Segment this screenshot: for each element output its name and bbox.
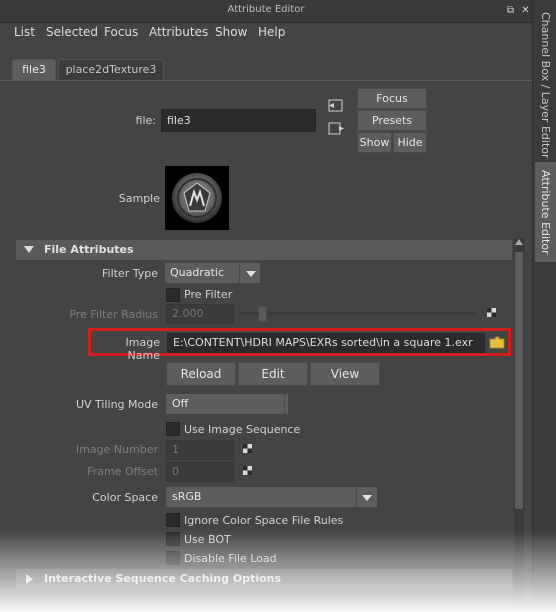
sample-swatch[interactable] bbox=[165, 166, 229, 230]
tab-file3[interactable]: file3 bbox=[12, 59, 56, 80]
maya-logo-icon bbox=[172, 173, 222, 223]
interactive-sequence-caching-header[interactable]: Interactive Sequence Caching Options bbox=[16, 569, 512, 589]
disable-file-load-label: Disable File Load bbox=[184, 552, 277, 565]
title-bar: Attribute Editor ⧉ ✕ bbox=[0, 0, 532, 23]
scrollbar[interactable] bbox=[514, 238, 524, 612]
color-space-dropdown[interactable]: sRGB bbox=[166, 487, 377, 507]
color-space-label: Color Space bbox=[92, 491, 158, 504]
file-attributes-header[interactable]: File Attributes bbox=[16, 240, 512, 260]
image-number-label: Image Number bbox=[75, 443, 158, 456]
menu-list[interactable]: List bbox=[14, 25, 35, 39]
filter-type-label: Filter Type bbox=[101, 267, 158, 280]
chevron-down-icon bbox=[246, 271, 256, 277]
focus-button[interactable]: Focus bbox=[357, 88, 427, 109]
image-name-label: Image Name bbox=[125, 336, 160, 362]
sample-label: Sample bbox=[118, 192, 160, 205]
image-number-map-icon[interactable] bbox=[243, 444, 252, 453]
image-number-field[interactable]: 1 bbox=[166, 440, 234, 460]
map-button-icon[interactable] bbox=[487, 308, 496, 317]
node-tabs: file3 place2dTexture3 bbox=[0, 56, 532, 81]
pre-filter-checkbox[interactable] bbox=[166, 288, 180, 302]
image-name-field[interactable]: E:\CONTENT\HDRI MAPS\EXRs sorted\in a sq… bbox=[167, 333, 485, 353]
frame-offset-label: Frame Offset bbox=[87, 465, 158, 478]
expand-right-icon bbox=[26, 574, 33, 584]
menu-focus[interactable]: Focus bbox=[104, 25, 138, 39]
use-image-sequence-label: Use Image Sequence bbox=[184, 423, 301, 436]
output-connection-icon[interactable] bbox=[328, 122, 345, 136]
float-window-icon[interactable]: ⧉ bbox=[505, 5, 516, 16]
pre-filter-radius-label: Pre Filter Radius bbox=[69, 308, 158, 321]
menu-show[interactable]: Show bbox=[215, 25, 247, 39]
ignore-color-space-rules-checkbox[interactable] bbox=[166, 513, 180, 527]
filter-type-dropdown[interactable]: Quadratic bbox=[165, 263, 260, 283]
attribute-editor-panel: Attribute Editor ⧉ ✕ List Selected Focus… bbox=[0, 0, 532, 612]
ignore-color-space-rules-label: Ignore Color Space File Rules bbox=[184, 514, 344, 527]
hide-button[interactable]: Hide bbox=[393, 132, 427, 153]
menu-attributes[interactable]: Attributes bbox=[149, 25, 208, 39]
scroll-up-arrow-icon[interactable] bbox=[515, 239, 523, 245]
side-tab-strip: Channel Box / Layer Editor Attribute Edi… bbox=[532, 0, 556, 612]
reload-button[interactable]: Reload bbox=[166, 362, 236, 386]
window-title: Attribute Editor bbox=[227, 4, 305, 15]
use-bot-label: Use BOT bbox=[184, 533, 231, 546]
slider-handle[interactable] bbox=[258, 306, 267, 322]
section-title: File Attributes bbox=[44, 243, 134, 256]
chevron-down-icon bbox=[362, 495, 372, 501]
use-image-sequence-checkbox[interactable] bbox=[166, 422, 180, 436]
menu-bar: List Selected Focus Attributes Show Help bbox=[0, 22, 532, 44]
menu-selected[interactable]: Selected bbox=[46, 25, 98, 39]
pre-filter-label: Pre Filter bbox=[184, 288, 233, 301]
disable-file-load-checkbox[interactable] bbox=[166, 551, 180, 565]
pre-filter-radius-slider[interactable] bbox=[240, 306, 476, 322]
expand-down-icon bbox=[24, 246, 34, 253]
close-icon[interactable]: ✕ bbox=[520, 5, 531, 16]
pre-filter-radius-field[interactable]: 2.000 bbox=[166, 304, 234, 324]
filter-type-value: Quadratic bbox=[170, 266, 225, 279]
attribute-editor-window: Attribute Editor ⧉ ✕ List Selected Focus… bbox=[0, 0, 556, 612]
frame-offset-map-icon[interactable] bbox=[243, 466, 252, 475]
node-name-field[interactable]: file3 bbox=[161, 109, 316, 132]
tab-channel-box[interactable]: Channel Box / Layer Editor bbox=[535, 10, 556, 160]
use-bot-checkbox[interactable] bbox=[166, 532, 180, 546]
presets-button[interactable]: Presets bbox=[357, 110, 427, 131]
uv-tiling-mode-dropdown[interactable]: Off bbox=[166, 394, 288, 414]
frame-offset-field[interactable]: 0 bbox=[166, 462, 234, 482]
section-title: Interactive Sequence Caching Options bbox=[44, 572, 282, 585]
view-button[interactable]: View bbox=[310, 362, 380, 386]
scrollbar-thumb[interactable] bbox=[515, 252, 523, 509]
tab-place2dtexture3[interactable]: place2dTexture3 bbox=[58, 59, 164, 80]
show-button[interactable]: Show bbox=[357, 132, 392, 153]
folder-icon[interactable] bbox=[489, 336, 505, 349]
input-connection-icon[interactable] bbox=[328, 99, 345, 113]
tab-attribute-editor[interactable]: Attribute Editor bbox=[535, 162, 556, 262]
edit-button[interactable]: Edit bbox=[238, 362, 308, 386]
color-space-value: sRGB bbox=[172, 490, 202, 503]
file-label: file: bbox=[135, 114, 156, 127]
menu-help[interactable]: Help bbox=[258, 25, 285, 39]
uv-tiling-mode-value: Off bbox=[172, 397, 189, 410]
uv-tiling-mode-label: UV Tiling Mode bbox=[75, 398, 158, 411]
